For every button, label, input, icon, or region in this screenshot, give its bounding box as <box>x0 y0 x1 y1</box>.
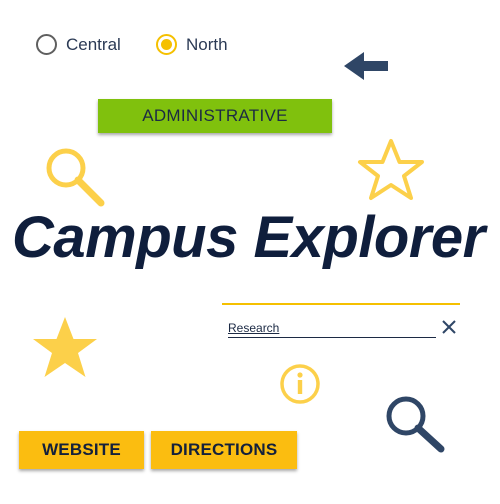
star-outline-icon <box>358 139 424 200</box>
search-underline <box>228 337 436 338</box>
website-button[interactable]: WEBSITE <box>19 431 144 469</box>
radio-north[interactable]: North <box>156 34 228 55</box>
page-title: Campus Explorer <box>12 205 485 270</box>
info-icon <box>280 364 320 404</box>
radio-north-label: North <box>186 34 228 54</box>
radio-north-circle[interactable] <box>156 34 177 55</box>
search-icon[interactable] <box>384 394 448 456</box>
radio-central[interactable]: Central <box>36 34 121 55</box>
search-icon <box>46 148 105 207</box>
radio-central-label: Central <box>66 34 121 54</box>
directions-button[interactable]: DIRECTIONS <box>151 431 297 469</box>
radio-central-circle[interactable] <box>36 34 57 55</box>
administrative-button[interactable]: ADMINISTRATIVE <box>98 99 332 133</box>
star-filled-icon <box>33 317 97 377</box>
search-input[interactable] <box>228 320 428 336</box>
back-arrow-icon[interactable] <box>342 48 390 84</box>
radio-north-dot <box>161 39 172 50</box>
search-top-border <box>222 303 460 305</box>
clear-icon[interactable] <box>441 319 457 335</box>
